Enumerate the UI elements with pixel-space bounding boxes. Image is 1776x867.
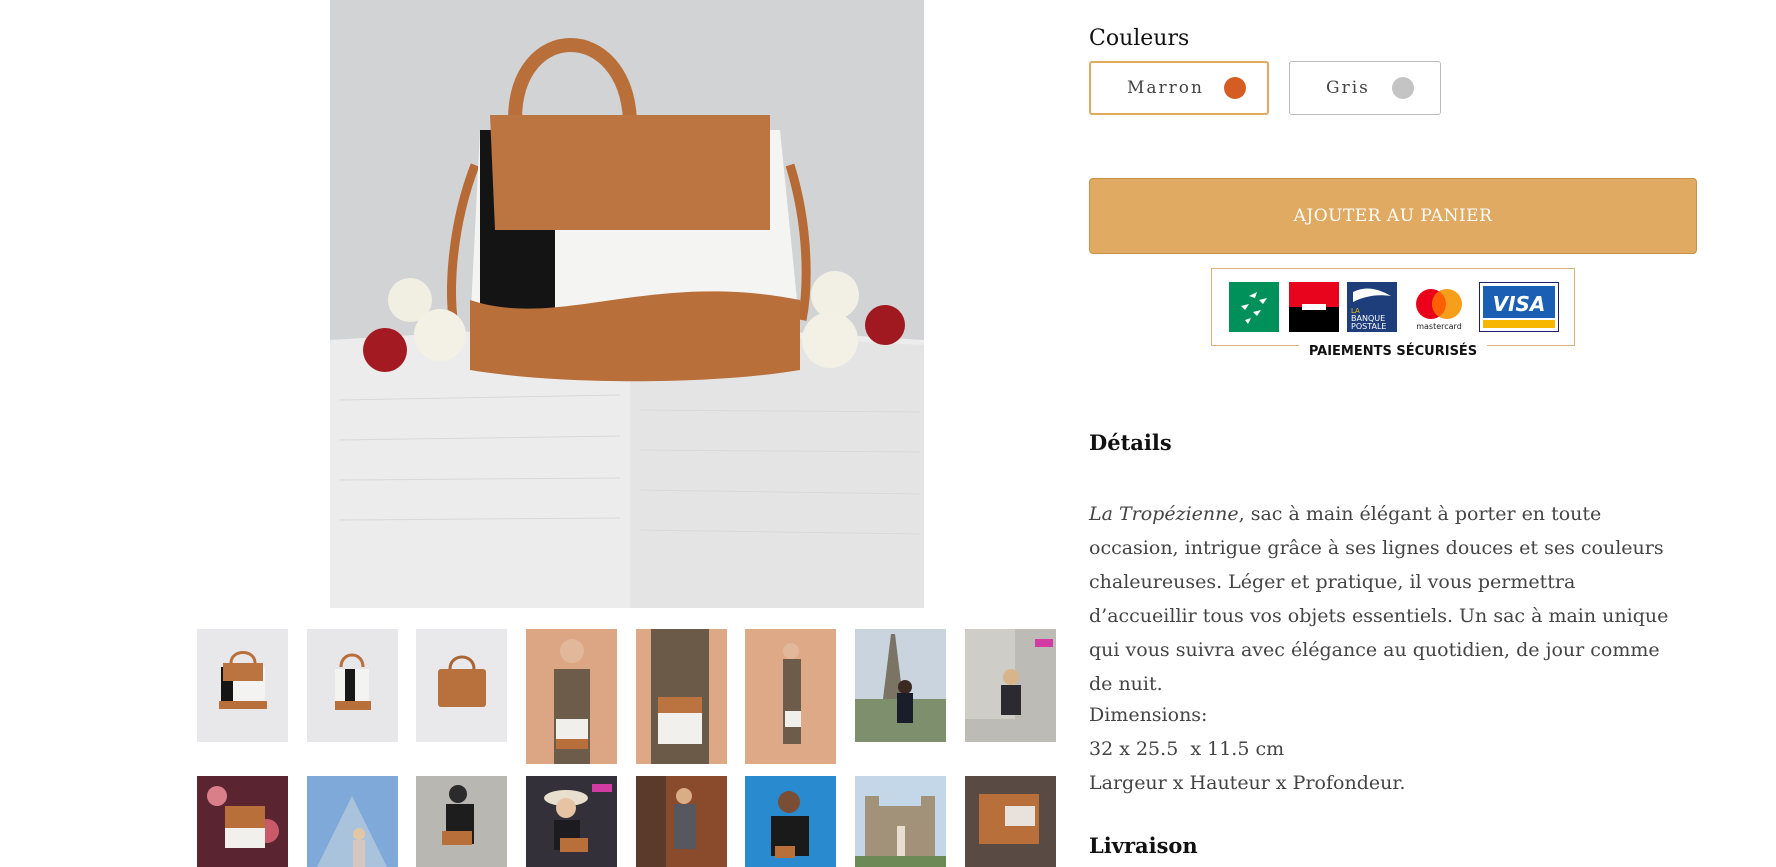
color-dot-icon bbox=[1391, 77, 1414, 99]
product-description-text: , sac à main élégant à porter en toute o… bbox=[1089, 503, 1669, 695]
mastercard-text: mastercard bbox=[1416, 322, 1462, 331]
thumbnail-model-steps[interactable] bbox=[965, 629, 1056, 742]
delivery-title[interactable]: Livraison bbox=[1089, 833, 1198, 858]
la-banque-postale-logo: LA BANQUE POSTALE bbox=[1347, 282, 1397, 332]
color-option-gris[interactable]: Gris bbox=[1289, 61, 1441, 115]
secure-payments-caption: PAIEMENTS SÉCURISÉS bbox=[1211, 344, 1575, 360]
thumbnail-eiffel-tower[interactable] bbox=[855, 629, 946, 742]
thumbnail-model-1[interactable] bbox=[526, 629, 617, 764]
thumbnail-castle[interactable] bbox=[855, 776, 946, 867]
color-dot-icon bbox=[1223, 77, 1246, 99]
add-to-cart-button[interactable]: AJOUTER AU PANIER bbox=[1089, 178, 1697, 254]
details-title: Détails bbox=[1089, 430, 1172, 455]
thumbnail-model-street[interactable] bbox=[636, 776, 727, 867]
thumbnail-bag-detail[interactable] bbox=[965, 776, 1056, 867]
thumbnail-model-car-hat[interactable] bbox=[526, 776, 617, 867]
product-name: La Tropézienne bbox=[1089, 503, 1239, 525]
mastercard-logo: mastercard bbox=[1407, 282, 1471, 332]
dimensions-axes: Largeur x Hauteur x Profondeur. bbox=[1089, 772, 1406, 794]
visa-text: VISA bbox=[1493, 292, 1546, 316]
main-product-image[interactable] bbox=[330, 0, 924, 608]
color-option-label: Gris bbox=[1326, 78, 1370, 98]
thumbnail-bag-side[interactable] bbox=[307, 629, 398, 742]
societe-generale-logo bbox=[1289, 282, 1339, 332]
colors-title: Couleurs bbox=[1089, 26, 1190, 51]
thumbnail-model-floral[interactable] bbox=[197, 776, 288, 867]
bnp-paribas-logo bbox=[1229, 282, 1279, 332]
visa-logo: VISA bbox=[1479, 282, 1559, 332]
banque-postale-text-postale: POSTALE bbox=[1351, 322, 1386, 331]
color-option-marron[interactable]: Marron bbox=[1089, 61, 1269, 115]
secure-payments-caption-text: PAIEMENTS SÉCURISÉS bbox=[1298, 344, 1488, 359]
product-description: La Tropézienne, sac à main élégant à por… bbox=[1089, 497, 1679, 701]
thumbnail-bag-front[interactable] bbox=[197, 629, 288, 742]
dimensions-value: 32 x 25.5 x 11.5 cm bbox=[1089, 738, 1285, 760]
thumbnail-model-full[interactable] bbox=[745, 629, 836, 764]
thumbnail-bag-brown[interactable] bbox=[416, 629, 507, 742]
thumbnail-model-2[interactable] bbox=[636, 629, 727, 764]
thumbnail-model-bench[interactable] bbox=[416, 776, 507, 867]
thumbnail-model-blue-sky[interactable] bbox=[745, 776, 836, 867]
thumbnail-louvre-pyramid[interactable] bbox=[307, 776, 398, 867]
dimensions-label: Dimensions: bbox=[1089, 704, 1208, 726]
color-option-label: Marron bbox=[1127, 78, 1204, 98]
